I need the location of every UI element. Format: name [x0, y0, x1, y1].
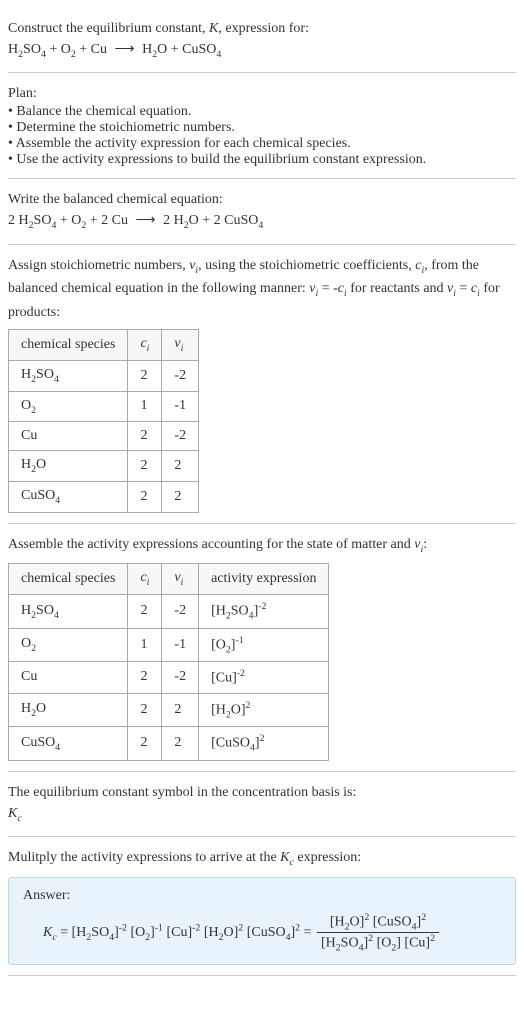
stoich-intro: Assign stoichiometric numbers, νi, using…	[8, 255, 516, 323]
col-species: chemical species	[9, 564, 128, 595]
multiply-section: Mulitply the activity expressions to arr…	[8, 837, 516, 975]
activity-intro: Assemble the activity expressions accoun…	[8, 534, 516, 557]
symbol-section: The equilibrium constant symbol in the c…	[8, 772, 516, 837]
plan-list: Balance the chemical equation. Determine…	[8, 104, 516, 168]
table-row: H2SO42-2	[9, 360, 199, 391]
header-section: Construct the equilibrium constant, K, e…	[8, 8, 516, 73]
table-row: O21-1	[9, 391, 199, 422]
plan-title: Plan:	[8, 83, 516, 104]
balanced-section: Write the balanced chemical equation: 2 …	[8, 179, 516, 244]
col-expr: activity expression	[199, 564, 329, 595]
table-row: O21-1[O2]-1	[9, 628, 329, 661]
activity-section: Assemble the activity expressions accoun…	[8, 524, 516, 772]
col-species: chemical species	[9, 329, 128, 360]
table-row: CuSO422[CuSO4]2	[9, 727, 329, 760]
table-row: H2O22[H2O]2	[9, 693, 329, 726]
table-row: H2O22	[9, 451, 199, 482]
balanced-equation: 2 H2SO4 + O2 + 2 Cu ⟶ 2 H2O + 2 CuSO4	[8, 210, 516, 233]
table-row: CuSO422	[9, 482, 199, 513]
col-ci: ci	[128, 564, 162, 595]
header-line1: Construct the equilibrium constant, K, e…	[8, 18, 516, 39]
stoich-table: chemical species ci νi H2SO42-2 O21-1 Cu…	[8, 329, 199, 513]
symbol-line2: Kc	[8, 803, 516, 826]
plan-item: Assemble the activity expression for eac…	[8, 136, 516, 152]
stoich-section: Assign stoichiometric numbers, νi, using…	[8, 245, 516, 524]
symbol-line1: The equilibrium constant symbol in the c…	[8, 782, 516, 803]
col-ci: ci	[128, 329, 162, 360]
multiply-intro: Mulitply the activity expressions to arr…	[8, 847, 516, 870]
table-row: H2SO42-2[H2SO4]-2	[9, 595, 329, 628]
activity-table: chemical species ci νi activity expressi…	[8, 563, 329, 760]
col-vi: νi	[162, 564, 199, 595]
plan-item: Determine the stoichiometric numbers.	[8, 120, 516, 136]
table-row: Cu2-2	[9, 422, 199, 451]
table-row: Cu2-2[Cu]-2	[9, 662, 329, 694]
answer-box: Answer: Kc = [H2SO4]-2 [O2]-1 [Cu]-2 [H2…	[8, 877, 516, 965]
plan-item: Balance the chemical equation.	[8, 104, 516, 120]
answer-equation: Kc = [H2SO4]-2 [O2]-1 [Cu]-2 [H2O]2 [CuS…	[43, 912, 501, 954]
header-equation: H2SO4 + O2 + Cu ⟶ H2O + CuSO4	[8, 39, 516, 62]
answer-label: Answer:	[23, 888, 501, 904]
balanced-title: Write the balanced chemical equation:	[8, 189, 516, 210]
plan-section: Plan: Balance the chemical equation. Det…	[8, 73, 516, 179]
col-vi: νi	[162, 329, 199, 360]
plan-item: Use the activity expressions to build th…	[8, 152, 516, 168]
